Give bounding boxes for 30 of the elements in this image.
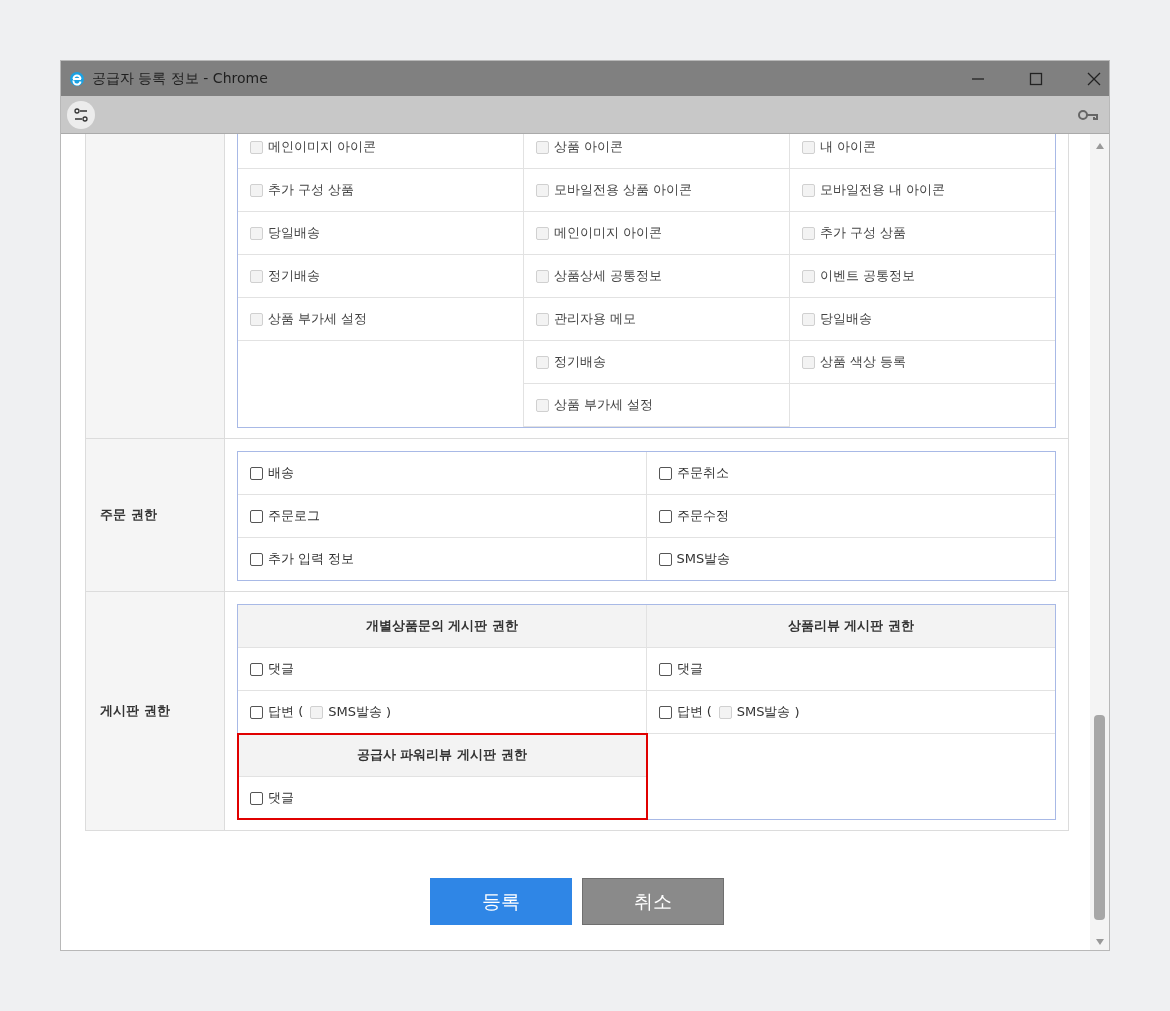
key-icon[interactable] [1077,107,1099,122]
checkbox-option[interactable]: SMS발송 [658,550,731,568]
board-header: 상품리뷰 게시판 권한 [646,605,1055,648]
board-header: 공급사 파워리뷰 게시판 권한 [238,734,646,777]
settings-button[interactable] [67,100,95,129]
checkbox-option[interactable]: 배송 [250,464,294,482]
parenthesis: ) [385,704,392,720]
checkbox-option[interactable]: 주문수정 [658,507,729,525]
checkbox-option[interactable]: 답변 ( [658,703,712,721]
checkbox-option[interactable]: 댓글 [250,660,294,678]
window-title: 공급자 등록 정보 - Chrome [92,69,268,88]
browser-icon [68,69,86,88]
register-button[interactable]: 등록 [430,878,572,925]
checkbox-option[interactable]: 추가 입력 정보 [250,550,355,568]
parenthesis: ) [794,704,800,720]
scrollbar[interactable] [1090,134,1109,950]
sliders-icon [72,105,90,124]
section-label: 주문 권한 [100,506,157,524]
maximize-icon[interactable] [1029,71,1043,86]
checkbox-option[interactable]: 댓글 [658,660,703,678]
checkbox-option[interactable]: 주문로그 [250,507,320,525]
scrollbar-thumb[interactable] [1094,715,1105,920]
section-label: 게시판 권한 [100,702,170,720]
scroll-down-icon[interactable] [1094,938,1105,946]
checkbox-option[interactable]: 답변 ( [250,703,304,721]
scroll-up-icon[interactable] [1094,142,1105,150]
board-header: 개별상품문의 게시판 권한 [238,605,646,648]
checkbox-option[interactable]: 주문취소 [658,464,729,482]
checkbox-option[interactable]: 댓글 [250,789,294,807]
close-icon[interactable] [1087,71,1101,86]
